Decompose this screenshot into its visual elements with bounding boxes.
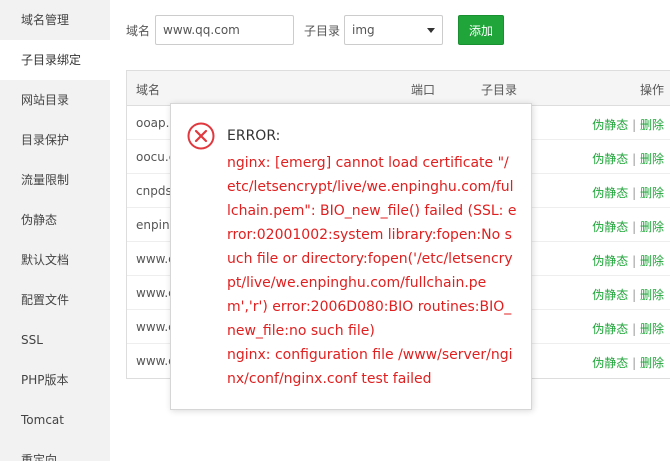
op-separator: | bbox=[632, 254, 637, 268]
op-separator: | bbox=[632, 118, 637, 132]
rewrite-link[interactable]: 伪静态 bbox=[592, 254, 628, 268]
rewrite-link[interactable]: 伪静态 bbox=[592, 118, 628, 132]
sidebar-item-rewrite[interactable]: 伪静态 bbox=[0, 200, 110, 240]
error-message-line1: nginx: [emerg] cannot load certificate "… bbox=[227, 155, 517, 339]
rewrite-link[interactable]: 伪静态 bbox=[592, 186, 628, 200]
delete-link[interactable]: 删除 bbox=[640, 254, 664, 268]
delete-link[interactable]: 删除 bbox=[640, 118, 664, 132]
delete-link[interactable]: 删除 bbox=[640, 186, 664, 200]
row-domain: www.c bbox=[136, 320, 175, 334]
sidebar-item-ssl[interactable]: SSL bbox=[0, 320, 110, 360]
sidebar-item-site-directory[interactable]: 网站目录 bbox=[0, 80, 110, 120]
op-separator: | bbox=[632, 220, 637, 234]
delete-link[interactable]: 删除 bbox=[640, 322, 664, 336]
delete-link[interactable]: 删除 bbox=[640, 220, 664, 234]
row-domain: www.c bbox=[136, 252, 175, 266]
subdir-select-value: img bbox=[352, 23, 375, 37]
delete-link[interactable]: 删除 bbox=[640, 288, 664, 302]
row-ops: 伪静态 | 删除 bbox=[592, 286, 664, 303]
sidebar-item-traffic-limit[interactable]: 流量限制 bbox=[0, 160, 110, 200]
row-ops: 伪静态 | 删除 bbox=[592, 354, 664, 371]
sidebar-item-subdirectory-binding[interactable]: 子目录绑定 bbox=[0, 40, 110, 80]
rewrite-link[interactable]: 伪静态 bbox=[592, 152, 628, 166]
op-separator: | bbox=[632, 152, 637, 166]
chevron-down-icon bbox=[427, 28, 436, 33]
subdir-label: 子目录 bbox=[304, 23, 341, 38]
sidebar-item-tomcat[interactable]: Tomcat bbox=[0, 400, 110, 440]
sidebar-item-domain-management[interactable]: 域名管理 bbox=[0, 0, 110, 40]
error-icon bbox=[187, 122, 215, 150]
table-header: 域名 端口 子目录 操作 bbox=[127, 71, 670, 106]
header-domain: 域名 bbox=[136, 83, 161, 97]
row-ops: 伪静态 | 删除 bbox=[592, 218, 664, 235]
sidebar-item-redirect[interactable]: 重定向 bbox=[0, 440, 110, 461]
op-separator: | bbox=[632, 186, 637, 200]
delete-link[interactable]: 删除 bbox=[640, 152, 664, 166]
rewrite-link[interactable]: 伪静态 bbox=[592, 220, 628, 234]
row-ops: 伪静态 | 删除 bbox=[592, 184, 664, 201]
op-separator: | bbox=[632, 322, 637, 336]
sidebar: 域名管理 子目录绑定 网站目录 目录保护 流量限制 伪静态 默认文档 配置文件 … bbox=[0, 0, 110, 461]
add-button[interactable]: 添加 bbox=[458, 15, 505, 45]
row-domain: www.c bbox=[136, 286, 175, 300]
header-ops: 操作 bbox=[639, 83, 664, 97]
header-subdir: 子目录 bbox=[481, 83, 518, 97]
row-domain: cnpds bbox=[136, 184, 172, 198]
op-separator: | bbox=[632, 356, 637, 370]
domain-input[interactable] bbox=[155, 15, 295, 45]
row-ops: 伪静态 | 删除 bbox=[592, 320, 664, 337]
op-separator: | bbox=[632, 288, 637, 302]
row-ops: 伪静态 | 删除 bbox=[592, 150, 664, 167]
rewrite-link[interactable]: 伪静态 bbox=[592, 288, 628, 302]
sidebar-item-php-version[interactable]: PHP版本 bbox=[0, 360, 110, 400]
rewrite-link[interactable]: 伪静态 bbox=[592, 356, 628, 370]
error-message: nginx: [emerg] cannot load certificate "… bbox=[227, 151, 517, 391]
error-title: ERROR: bbox=[227, 128, 281, 144]
subdir-select[interactable]: img bbox=[344, 15, 444, 45]
row-ops: 伪静态 | 删除 bbox=[592, 116, 664, 133]
add-subdir-form: 域名 子目录 img 添加 bbox=[126, 15, 505, 45]
header-port: 端口 bbox=[411, 83, 436, 97]
error-message-line2: nginx: configuration file /www/server/ng… bbox=[227, 347, 513, 387]
delete-link[interactable]: 删除 bbox=[640, 356, 664, 370]
row-ops: 伪静态 | 删除 bbox=[592, 252, 664, 269]
sidebar-item-default-document[interactable]: 默认文档 bbox=[0, 240, 110, 280]
error-dialog: ERROR: nginx: [emerg] cannot load certif… bbox=[170, 103, 532, 410]
domain-label: 域名 bbox=[126, 23, 151, 38]
sidebar-item-config-file[interactable]: 配置文件 bbox=[0, 280, 110, 320]
sidebar-item-directory-protection[interactable]: 目录保护 bbox=[0, 120, 110, 160]
rewrite-link[interactable]: 伪静态 bbox=[592, 322, 628, 336]
